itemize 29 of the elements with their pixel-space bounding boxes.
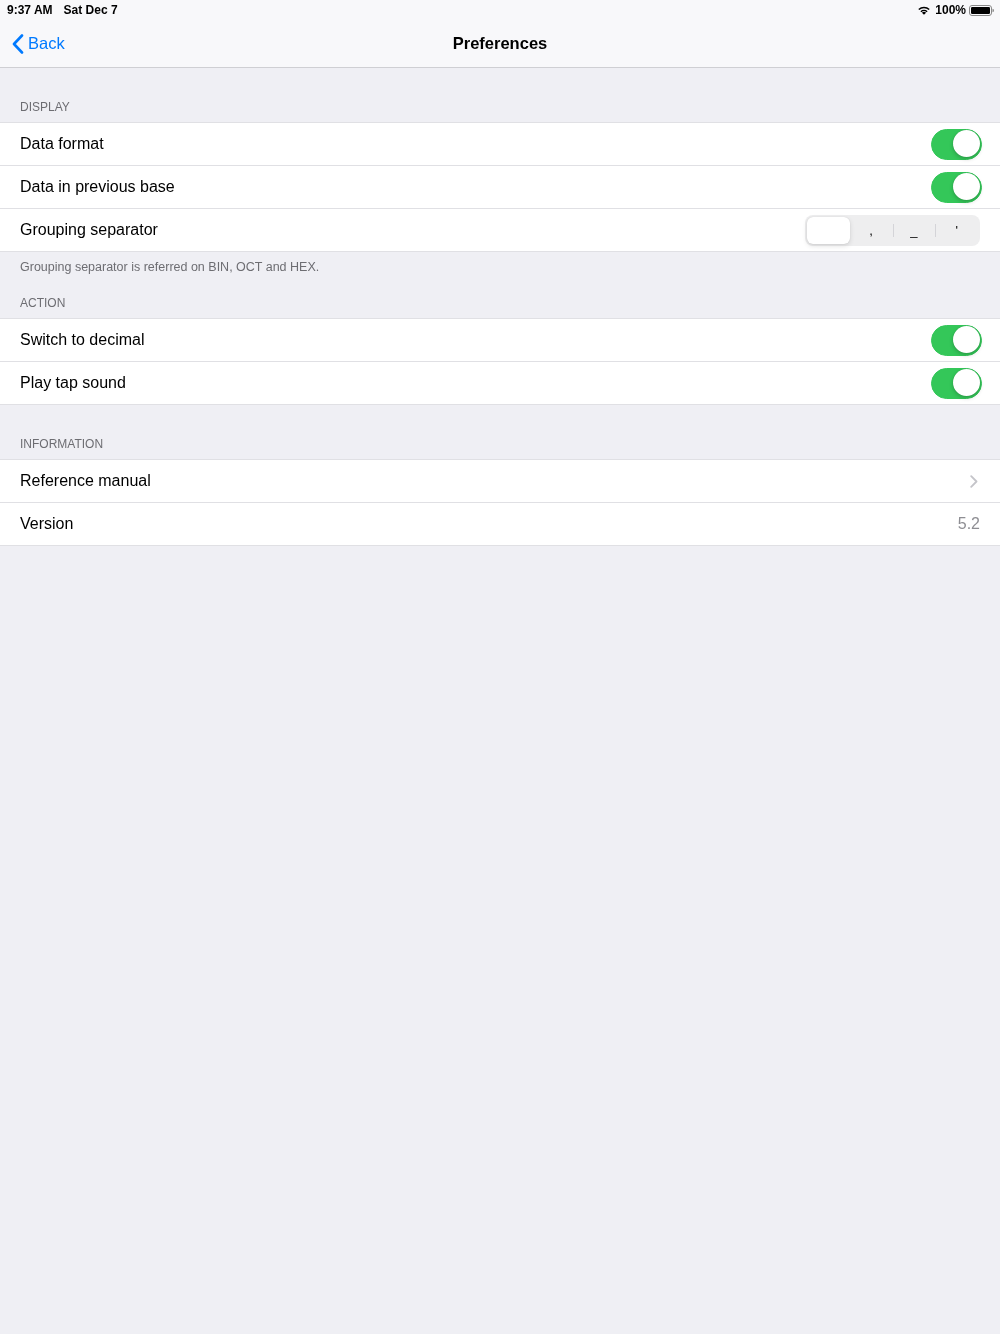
chevron-right-icon [970,474,978,488]
status-date: Sat Dec 7 [63,3,118,17]
row-label: Version [20,515,75,533]
section-footer: Grouping separator is referred on BIN, OCT and HEX. [0,252,1000,275]
row-label: Play tap sound [20,374,127,392]
section-header: DISPLAY [19,99,71,116]
row-label: Grouping separator [20,221,159,239]
row-label: Data format [20,135,105,153]
row-label[interactable]: Reference manual [20,472,970,490]
row-label: Switch to decimal [20,331,146,349]
toggle-switch[interactable] [931,128,982,160]
toggle-switch[interactable] [931,171,982,203]
chevron-left-icon [12,33,24,54]
segment[interactable]: , [849,216,893,244]
segment[interactable]: _ [892,216,936,244]
wifi-icon [917,5,932,15]
back-button[interactable]: Back [12,20,65,67]
section-header: INFORMATION [19,436,105,453]
nav-title: Preferences [452,34,548,53]
segmented-control[interactable]: , _ ' [805,214,980,246]
toggle-switch[interactable] [931,367,982,399]
status-time: 9:37 AM [7,3,53,17]
toggle-switch[interactable] [931,324,982,356]
section-header: ACTION [19,295,67,312]
battery-icon [969,4,994,16]
battery-percent: 100% [935,3,966,17]
row-label: Data in previous base [20,178,176,196]
segment[interactable]: ' [935,216,978,244]
row-value: 5.2 [957,515,980,533]
